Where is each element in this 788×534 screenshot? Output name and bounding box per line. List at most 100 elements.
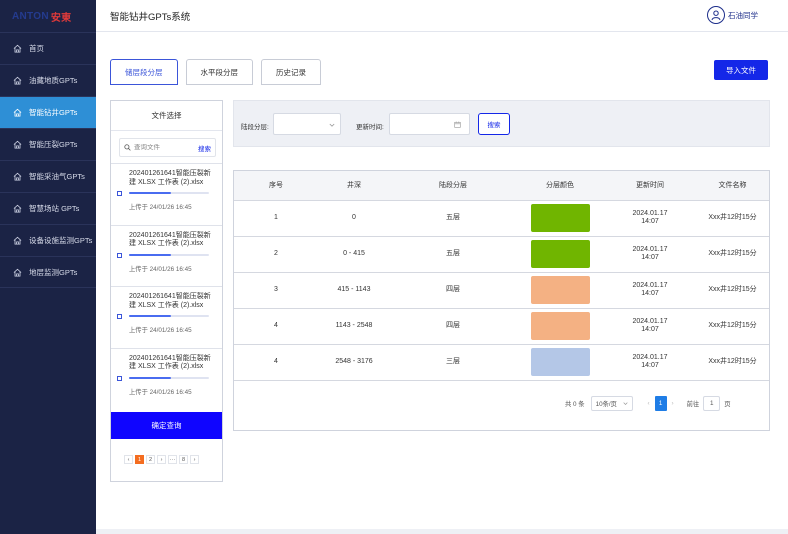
page-number-current[interactable]: 1	[654, 396, 667, 411]
pagination: 共 0 条 10条/页 ‹ 1 › 前往 1 页	[565, 396, 731, 411]
file-list-item[interactable]: 202401261641智能压裂新建 XLSX 工作表 (2).xlsx 上传于 …	[111, 286, 222, 348]
file-search-button[interactable]: 搜索	[198, 143, 211, 153]
file-pager-item[interactable]: 8	[179, 455, 188, 464]
file-name-cell: Xxx井12时15分	[696, 344, 769, 381]
table-row[interactable]: 1 0 五层 2024.01.17 14:07 Xxx井12时15分	[234, 200, 769, 237]
row-number: 4	[234, 344, 318, 381]
layer-color-cell	[516, 344, 604, 381]
home-icon	[13, 44, 22, 53]
well-depth: 2548 - 3176	[318, 344, 390, 381]
update-date: 2024.01.17	[632, 353, 668, 361]
sidebar-item-fracturing[interactable]: 智能压裂GPTs	[0, 128, 96, 160]
sidebar-item-label: 智慧场站 GPTs	[29, 204, 80, 213]
goto-page-input[interactable]: 1	[703, 396, 721, 411]
sidebar-item-station[interactable]: 智慧场站 GPTs	[0, 192, 96, 224]
layer-color-swatch	[530, 276, 590, 304]
layer-color-swatch	[530, 240, 590, 268]
tab-reservoir-layering[interactable]: 储层段分层	[110, 59, 178, 85]
upload-time: 上传于 24/01/26 16:45	[129, 327, 192, 334]
upload-time: 上传于 24/01/26 16:45	[129, 388, 192, 396]
sidebar-item-label: 油藏地质GPTs	[29, 76, 78, 85]
top-bar: 智能钻井GPTs系统 石油同学	[96, 0, 788, 32]
goto-label: 前往	[686, 401, 700, 408]
update-clock: 14:07	[641, 362, 659, 369]
tab-history[interactable]: 历史记录	[261, 59, 321, 85]
update-date: 2024.01.17	[632, 317, 668, 325]
table-row[interactable]: 4 1143 - 2548 四层 2024.01.17 14:07 Xxx井12时15分	[234, 308, 769, 345]
layer-table-panel: 序号 井深 陆段分层 分层颜色 更新时间 文件名称 1 0 五层 2024.01.17 14:07…	[233, 170, 770, 431]
row-number: 1	[234, 200, 318, 237]
layer-color-swatch	[530, 312, 590, 340]
file-search-input[interactable]	[134, 144, 198, 151]
layer-filter-label: 陆段分层:	[241, 124, 269, 131]
table-header-cell: 陆段分层	[390, 171, 516, 201]
sidebar-item-label: 首页	[29, 44, 44, 53]
date-picker[interactable]	[389, 113, 470, 135]
table-header-cell: 文件名称	[696, 171, 769, 201]
home-icon	[13, 268, 22, 277]
sidebar-item-formation[interactable]: 地层监测GPTs	[0, 256, 96, 288]
upload-progress-bar	[129, 376, 209, 379]
file-pager-item[interactable]: ···	[168, 455, 177, 464]
file-pager-item[interactable]: ‹	[124, 455, 133, 464]
sidebar-item-label: 地层监测GPTs	[29, 267, 78, 277]
sidebar-item-drilling[interactable]: 智能钻井GPTs	[0, 96, 96, 128]
sidebar-item-reservoir[interactable]: 油藏地质GPTs	[0, 64, 96, 96]
table-row[interactable]: 4 2548 - 3176 三层 2024.01.17 14:07 Xxx井12时15分	[234, 344, 769, 381]
chevron-down-icon	[329, 123, 335, 127]
import-file-button[interactable]: 导入文件	[714, 60, 768, 80]
file-checkbox[interactable]	[117, 252, 122, 258]
layer-select[interactable]	[273, 113, 341, 135]
file-checkbox[interactable]	[117, 314, 122, 319]
filter-search-button[interactable]: 搜索	[478, 113, 510, 135]
layer-color-cell	[516, 272, 604, 309]
sidebar-item-production[interactable]: 智能采油气GPTs	[0, 160, 96, 192]
logo-cn: 安東	[50, 12, 72, 24]
update-date: 2024.01.17	[632, 245, 668, 253]
confirm-query-button[interactable]: 确定查询	[111, 412, 222, 439]
tab-horizontal-layering[interactable]: 水平段分层	[185, 59, 253, 85]
home-icon	[13, 76, 22, 85]
file-checkbox[interactable]	[117, 191, 122, 196]
file-pager-item[interactable]: ›	[190, 455, 199, 464]
prev-page-button[interactable]: ‹	[643, 396, 655, 411]
file-list-item[interactable]: 202401261641智能压裂新建 XLSX 工作表 (2).xlsx 上传于 …	[111, 347, 222, 410]
upload-progress-bar	[129, 253, 209, 256]
next-page-button[interactable]: ›	[667, 396, 679, 411]
upload-time: 上传于 24/01/26 16:45	[129, 204, 192, 211]
file-name-cell: Xxx井12时15分	[696, 308, 769, 345]
file-pager-item[interactable]: 1	[135, 455, 144, 464]
layer-color-swatch	[530, 348, 590, 376]
file-list-item[interactable]: 202401261641智能压裂新建 XLSX 工作表 (2).xlsx 上传于 …	[111, 224, 222, 287]
sidebar: ANTON 安東 首页 油藏地质GPTs 智能钻井GPTs 智能压裂GPTs 智…	[0, 0, 96, 534]
file-list-item[interactable]: 202401261641智能压裂新建 XLSX 工作表 (2).xlsx 上传于 …	[111, 163, 222, 225]
update-date: 2024.01.17	[632, 209, 668, 217]
page-unit-label: 页	[724, 401, 731, 408]
layer-table: 序号 井深 陆段分层 分层颜色 更新时间 文件名称 1 0 五层 2024.01.17 14:07…	[234, 171, 769, 381]
layer-color-cell	[516, 308, 604, 345]
file-list: 202401261641智能压裂新建 XLSX 工作表 (2).xlsx 上传于 …	[111, 163, 222, 409]
update-time: 2024.01.17 14:07	[604, 344, 696, 381]
sidebar-item-home[interactable]: 首页	[0, 32, 96, 64]
table-row[interactable]: 3 415 - 1143 四层 2024.01.17 14:07 Xxx井12时15分	[234, 272, 769, 309]
total-count: 共 0 条	[565, 401, 585, 408]
upload-progress-bar	[129, 192, 209, 194]
home-icon	[13, 236, 22, 245]
layer-color-cell	[516, 200, 604, 237]
user-name: 石油同学	[728, 10, 758, 20]
user-menu[interactable]: 石油同学	[707, 6, 758, 24]
sidebar-item-equipment[interactable]: 设备设施监测GPTs	[0, 224, 96, 256]
time-filter-label: 更新时间:	[356, 124, 384, 131]
file-pager-item[interactable]: 2	[146, 455, 155, 464]
layer-name: 四层	[390, 272, 516, 309]
upload-time: 上传于 24/01/26 16:45	[129, 265, 192, 273]
sidebar-item-label: 智能钻井GPTs	[29, 108, 78, 117]
file-name: 202401261641智能压裂新建 XLSX 工作表 (2).xlsx	[129, 354, 211, 371]
file-checkbox[interactable]	[117, 375, 122, 381]
app-title: 智能钻井GPTs系统	[110, 11, 191, 23]
page-size-select[interactable]: 10条/页	[590, 396, 633, 411]
table-header-row: 序号 井深 陆段分层 分层颜色 更新时间 文件名称	[234, 171, 769, 201]
sidebar-item-label: 智能采油气GPTs	[29, 172, 85, 181]
table-row[interactable]: 20 - 415 五层 2024.01.17 14:07 Xxx井12时15分	[234, 236, 769, 273]
file-pager-item[interactable]: ›	[157, 455, 166, 464]
